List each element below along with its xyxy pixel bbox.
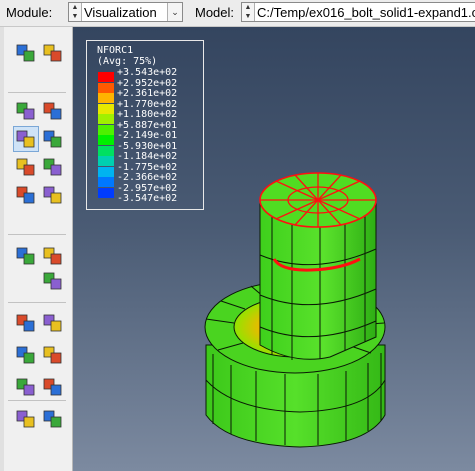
legend-swatch [98,187,114,198]
legend-value: +2.952e+02 [117,77,178,89]
legend-swatch [98,135,114,145]
undeformed-shape-icon[interactable] [13,98,39,124]
legend-value: +1.180e+02 [117,109,178,120]
display-group-options-icon[interactable] [40,374,66,400]
spin-arrows-icon[interactable]: ▲ ▼ [69,3,82,21]
legend-swatch [98,82,114,93]
toolbox-separator [8,302,66,303]
viewport[interactable]: NFORC1 (Avg: 75%) +3.543e+02 +2.952e+02 +2… [73,27,475,471]
legend-value: -3.547e+02 [117,193,178,204]
legend-swatch [98,114,114,124]
module-label: Module: [6,5,53,20]
animation-options-icon[interactable] [40,268,66,294]
legend-value: +1.770e+02 [117,98,178,110]
legend-value: -2.366e+02 [117,172,178,183]
contour-legend: NFORC1 (Avg: 75%) +3.543e+02 +2.952e+02 +2… [86,40,204,210]
mesh-quality-icon[interactable] [40,40,66,66]
symbol-plot-icon[interactable] [13,154,39,180]
legend-swatch [98,93,114,103]
toolbox-separator [8,234,66,235]
orientation-options-icon[interactable] [40,182,66,208]
legend-value: +2.361e+02 [117,88,178,99]
legend-subtitle: (Avg: 75%) [97,56,158,67]
path-icon[interactable] [13,342,39,368]
legend-value: -2.149e-01 [117,130,178,141]
report-icon[interactable] [40,406,66,432]
legend-value: +3.543e+02 [117,67,178,78]
legend-swatch [98,72,114,82]
model-label: Model: [195,5,235,20]
legend-swatch [98,166,114,177]
top-mesh [260,173,376,227]
legend-swatch [98,177,114,187]
animate-scale-icon[interactable] [13,243,39,269]
legend-value: -2.957e+02 [117,182,178,194]
contour-options-icon[interactable] [40,126,66,152]
legend-value: -1.775e+02 [117,161,178,173]
legend-swatch [98,145,114,156]
contour-plot-icon[interactable] [13,126,39,152]
context-bar: Module: ▲ ▼ Visualization ⌄ Model: ▲ ▼ C:/… [0,0,475,27]
animate-time-icon[interactable] [40,243,66,269]
deformed-shape-icon[interactable] [40,98,66,124]
toolbox-handle[interactable] [0,27,4,471]
element-numbers-icon[interactable] [13,40,39,66]
symbol-options-icon[interactable] [40,154,66,180]
xy-data-icon[interactable] [13,310,39,336]
query-icon[interactable] [13,406,39,432]
xy-plot-options-icon[interactable] [40,310,66,336]
spin-arrows-icon[interactable]: ▲ ▼ [242,3,255,21]
legend-value: -1.184e+02 [117,151,178,162]
material-orientation-icon[interactable] [13,182,39,208]
legend-value: +5.887e+01 [117,119,178,131]
chevron-down-icon[interactable]: ⌄ [167,3,182,21]
module-value: Visualization [84,5,157,20]
legend-title: NFORC1 [97,45,134,56]
toolbox-separator [8,400,66,401]
model-value: C:/Temp/ex016_bolt_solid1-expand1.o [257,5,475,20]
xy-curve-icon[interactable] [40,342,66,368]
module-combo[interactable]: ▲ ▼ Visualization ⌄ [68,2,183,22]
legend-swatch [98,156,114,166]
legend-swatch [98,124,114,135]
model-combo[interactable]: ▲ ▼ C:/Temp/ex016_bolt_solid1-expand1.o [241,2,475,22]
toolbox-separator [8,92,66,93]
legend-value: -5.930e+01 [117,140,178,152]
display-group-icon[interactable] [13,374,39,400]
legend-swatch [98,103,114,114]
